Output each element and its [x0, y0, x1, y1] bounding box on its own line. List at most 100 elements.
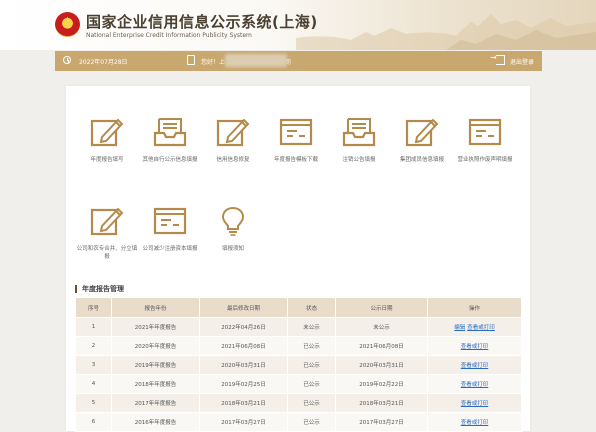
edit-form-icon [216, 118, 250, 147]
tile-annual-report-fill[interactable]: 年度报告填写 [73, 117, 141, 164]
tile-license-void-statement[interactable]: 营业执照作废声明填报 [451, 117, 519, 164]
lightbulb-icon [221, 206, 245, 236]
cell-modified: 2020年03月31日 [199, 355, 288, 375]
tile-cancellation-notice[interactable]: 注销公告填报 [325, 117, 393, 164]
cell-no: 4 [75, 374, 112, 394]
edit-link[interactable]: 编辑 [454, 325, 465, 331]
edit-form-icon [90, 207, 124, 236]
cell-published: 2021年06月08日 [335, 336, 428, 356]
cell-status: 已公示 [287, 412, 336, 432]
annual-report-table: 序号 报告年份 最后修改日期 状态 公示日期 操作 1 2021年年度报告 20… [75, 297, 522, 432]
tile-label: 公司减少注册资本填报 [142, 246, 198, 252]
column-header: 操作 [427, 297, 522, 318]
cell-actions: 查看或打印 [427, 336, 522, 356]
logout-icon[interactable] [490, 53, 505, 65]
redaction-blur [225, 54, 287, 67]
tile-credit-repair[interactable]: 信用信息修复 [199, 117, 267, 164]
cell-status: 已公示 [287, 374, 336, 394]
cell-no: 6 [75, 412, 112, 432]
tile-label: 营业执照作废声明填报 [457, 157, 513, 163]
column-header: 报告年份 [111, 297, 200, 318]
user-bar: 2022年07月28日 您好！上司 退出登录 [55, 51, 542, 71]
inbox-tray-icon [342, 118, 376, 147]
column-header: 序号 [75, 297, 112, 318]
cell-actions: 查看或打印 [427, 393, 522, 413]
cell-no: 5 [75, 393, 112, 413]
tile-group-member-info[interactable]: 集团成员信息填报 [388, 117, 456, 164]
cell-year: 2021年年度报告 [111, 317, 200, 337]
cell-status: 已公示 [287, 336, 336, 356]
cell-year: 2020年年度报告 [111, 336, 200, 356]
cell-modified: 2017年03月27日 [199, 412, 288, 432]
cell-actions: 查看或打印 [427, 374, 522, 394]
site-subtitle: National Enterprise Credit Information P… [86, 32, 252, 39]
site-title: 国家企业信用信息公示系统(上海) [86, 13, 318, 31]
cell-modified: 2018年03月21日 [199, 393, 288, 413]
table-row: 5 2017年年度报告 2018年03月21日 已公示 2018年03月21日 … [75, 393, 522, 413]
cell-published: 2017年03月27日 [335, 412, 428, 432]
cell-published: 2018年03月21日 [335, 393, 428, 413]
cell-actions: 编辑 查看或打印 [427, 317, 522, 337]
tile-other-self-publicity[interactable]: 其他自行公示信息填报 [136, 117, 204, 164]
tile-label: 公司和农专合并、分立填报 [76, 246, 138, 260]
view-print-link[interactable]: 查看或打印 [461, 420, 489, 426]
cell-modified: 2019年02月25日 [199, 374, 288, 394]
tile-capital-reduction[interactable]: 公司减少注册资本填报 [136, 206, 204, 253]
logout-button[interactable]: 退出登录 [510, 57, 534, 66]
document-card-icon [468, 118, 502, 146]
cell-modified: 2021年06月08日 [199, 336, 288, 356]
cell-no: 2 [75, 336, 112, 356]
tile-template-download[interactable]: 年度报告模板下载 [262, 117, 330, 164]
cell-no: 1 [75, 317, 112, 337]
tile-label: 年度报告模板下载 [273, 157, 318, 163]
column-header: 最后修改日期 [199, 297, 288, 318]
user-greeting-prefix: 您好！上 [201, 59, 226, 66]
cell-status: 未公示 [287, 317, 336, 337]
tile-label: 年度报告填写 [90, 157, 124, 163]
cell-published: 2020年03月31日 [335, 355, 428, 375]
cell-actions: 查看或打印 [427, 412, 522, 432]
view-print-link[interactable]: 查看或打印 [461, 382, 489, 388]
view-print-link[interactable]: 查看或打印 [461, 401, 489, 407]
cell-actions: 查看或打印 [427, 355, 522, 375]
cell-modified: 2022年04月26日 [199, 317, 288, 337]
header-background-art [296, 14, 596, 50]
table-row: 6 2016年年度报告 2017年03月27日 已公示 2017年03月27日 … [75, 412, 522, 432]
table-row: 2 2020年年度报告 2021年06月08日 已公示 2021年06月08日 … [75, 336, 522, 356]
edit-form-icon [90, 118, 124, 147]
tile-label: 信用信息修复 [216, 157, 250, 163]
cell-year: 2018年年度报告 [111, 374, 200, 394]
cell-year: 2019年年度报告 [111, 355, 200, 375]
cell-status: 已公示 [287, 355, 336, 375]
tile-filing-instructions[interactable]: 填报须知 [199, 206, 267, 253]
tile-label: 集团成员信息填报 [399, 157, 444, 163]
user-document-icon [187, 55, 195, 65]
table-row: 3 2019年年度报告 2020年03月31日 已公示 2020年03月31日 … [75, 355, 522, 375]
tile-label: 注销公告填报 [342, 157, 376, 163]
tile-label: 其他自行公示信息填报 [142, 157, 198, 163]
edit-form-icon [405, 118, 439, 147]
cell-year: 2017年年度报告 [111, 393, 200, 413]
cell-published: 未公示 [335, 317, 428, 337]
table-row: 4 2018年年度报告 2019年02月25日 已公示 2019年02月22日 … [75, 374, 522, 394]
clock-icon [63, 56, 71, 64]
table-row: 1 2021年年度报告 2022年04月26日 未公示 未公示 编辑 查看或打印 [75, 317, 522, 337]
view-print-link[interactable]: 查看或打印 [461, 344, 489, 350]
table-header-row: 序号 报告年份 最后修改日期 状态 公示日期 操作 [75, 297, 522, 318]
site-header: 国家企业信用信息公示系统(上海) National Enterprise Cre… [0, 0, 596, 50]
section-title: 年度报告管理 [75, 285, 124, 293]
cell-no: 3 [75, 355, 112, 375]
column-header: 公示日期 [335, 297, 428, 318]
view-print-link[interactable]: 查看或打印 [467, 325, 495, 331]
cell-status: 已公示 [287, 393, 336, 413]
document-card-icon [279, 118, 313, 146]
national-emblem-icon [55, 12, 80, 37]
cell-published: 2019年02月22日 [335, 374, 428, 394]
tile-merger-split[interactable]: 公司和农专合并、分立填报 [73, 206, 141, 261]
view-print-link[interactable]: 查看或打印 [461, 363, 489, 369]
current-date: 2022年07月28日 [79, 59, 128, 66]
cell-year: 2016年年度报告 [111, 412, 200, 432]
column-header: 状态 [287, 297, 336, 318]
document-card-icon [153, 207, 187, 235]
inbox-tray-icon [153, 118, 187, 147]
